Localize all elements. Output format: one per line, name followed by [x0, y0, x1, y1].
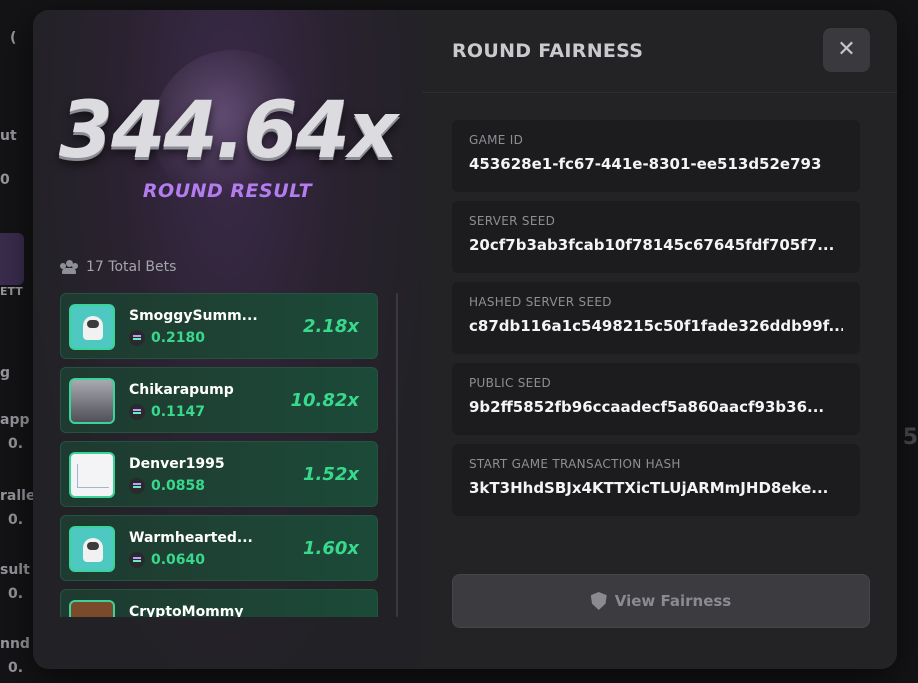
bet-username: Warmhearted... [129, 530, 253, 546]
bet-multiplier: 10.82x [290, 390, 359, 411]
avatar [69, 600, 115, 617]
field-value[interactable]: 453628e1-fc67-441e-8301-ee513d52e793 [469, 155, 843, 173]
field-value[interactable]: c87db116a1c5498215c50f1fade326ddb99f... [469, 317, 843, 335]
bets-header: 17 Total Bets [60, 259, 176, 275]
close-button[interactable]: ✕ [823, 28, 870, 72]
bet-amount: 0.0640 [129, 552, 205, 568]
view-fairness-label: View Fairness [614, 592, 732, 610]
bg-fragment: 0. [8, 512, 24, 528]
round-result-pane: 344.64x ROUND RESULT 17 Total Bets Smogg… [33, 10, 422, 669]
solana-icon [129, 478, 145, 494]
bet-multiplier: 1.60x [302, 538, 359, 559]
round-multiplier: 344.64x [58, 86, 398, 176]
bet-username: CryptoMommy [129, 604, 244, 617]
view-fairness-button[interactable]: View Fairness [452, 574, 870, 628]
bet-row[interactable]: Warmhearted... 0.0640 1.60x [60, 515, 378, 581]
bet-amount-value: 0.2180 [151, 330, 206, 346]
solana-icon [129, 330, 145, 346]
bg-fragment: nnd [0, 636, 30, 652]
avatar [69, 452, 115, 498]
bg-fragment: ( [10, 30, 17, 46]
field-label: PUBLIC SEED [469, 376, 551, 390]
bet-multiplier: 1.52x [302, 464, 359, 485]
bet-username: Denver1995 [129, 456, 225, 472]
bet-username: SmoggySumm... [129, 308, 258, 324]
field-label: HASHED SERVER SEED [469, 295, 612, 309]
field-label: START GAME TRANSACTION HASH [469, 457, 681, 471]
bet-amount: 0.0858 [129, 478, 205, 494]
avatar [69, 304, 115, 350]
bets-list[interactable]: SmoggySumm... 0.2180 2.18x Chikarapump 0… [60, 293, 378, 617]
background-sidebar: ( ut 0 ETT g app 0. ralle 0. sult 0. nnd… [0, 0, 35, 683]
close-icon: ✕ [837, 37, 856, 62]
field-value[interactable]: 3kT3HhdSBJx4KTTXicTLUjARMmJHD8eke... [469, 479, 843, 497]
bet-amount: 0.2180 [129, 330, 205, 346]
bet-amount-value: 0.0640 [151, 552, 206, 568]
people-icon [60, 260, 78, 274]
bet-row[interactable]: Denver1995 0.0858 1.52x [60, 441, 378, 507]
round-fairness-modal: 344.64x ROUND RESULT 17 Total Bets Smogg… [33, 10, 897, 669]
field-value[interactable]: 20cf7b3ab3fcab10f78145c67645fdf705f7... [469, 236, 843, 254]
bet-amount-value: 0.1147 [151, 404, 206, 420]
round-result-label: ROUND RESULT [142, 180, 313, 202]
bg-fragment: 0. [8, 586, 24, 602]
start-game-tx-hash-field[interactable]: START GAME TRANSACTION HASH 3kT3HhdSBJx4… [452, 444, 860, 516]
bet-row[interactable]: Chikarapump 0.1147 10.82x [60, 367, 378, 433]
solana-icon [129, 552, 145, 568]
modal-title: ROUND FAIRNESS [452, 40, 644, 62]
server-seed-field[interactable]: SERVER SEED 20cf7b3ab3fcab10f78145c67645… [452, 201, 860, 273]
field-label: GAME ID [469, 133, 524, 147]
public-seed-field[interactable]: PUBLIC SEED 9b2ff5852fb96ccaadecf5a860aa… [452, 363, 860, 435]
bg-fragment: ETT [0, 285, 23, 298]
bg-fragment: 0. [8, 660, 24, 676]
bg-fragment: 5 [902, 425, 918, 450]
bet-multiplier: 2.18x [302, 316, 359, 337]
bet-row[interactable]: SmoggySumm... 0.2180 2.18x [60, 293, 378, 359]
total-bets-label: 17 Total Bets [86, 259, 177, 275]
bg-fragment: sult [0, 562, 30, 578]
bg-fragment: ut [0, 128, 17, 144]
bets-scrollbar[interactable] [396, 293, 398, 617]
avatar [69, 378, 115, 424]
bet-username: Chikarapump [129, 382, 234, 398]
bg-fragment: 0. [8, 436, 24, 452]
hashed-server-seed-field[interactable]: HASHED SERVER SEED c87db116a1c5498215c50… [452, 282, 860, 354]
shield-icon [590, 592, 607, 610]
avatar [69, 526, 115, 572]
solana-icon [129, 404, 145, 420]
bg-fragment: 0 [0, 172, 10, 188]
field-value[interactable]: 9b2ff5852fb96ccaadecf5a860aacf93b36... [469, 398, 843, 416]
bg-fragment: app [0, 412, 30, 428]
header-divider [422, 92, 897, 93]
bg-fragment: g [0, 365, 11, 381]
bet-row[interactable]: CryptoMommy [60, 589, 378, 617]
bet-amount-value: 0.0858 [151, 478, 206, 494]
background-active-item [0, 233, 24, 285]
fairness-pane: ROUND FAIRNESS ✕ GAME ID 453628e1-fc67-4… [422, 10, 897, 669]
game-id-field[interactable]: GAME ID 453628e1-fc67-441e-8301-ee513d52… [452, 120, 860, 192]
field-label: SERVER SEED [469, 214, 556, 228]
bg-fragment: ralle [0, 488, 36, 504]
bet-amount: 0.1147 [129, 404, 205, 420]
